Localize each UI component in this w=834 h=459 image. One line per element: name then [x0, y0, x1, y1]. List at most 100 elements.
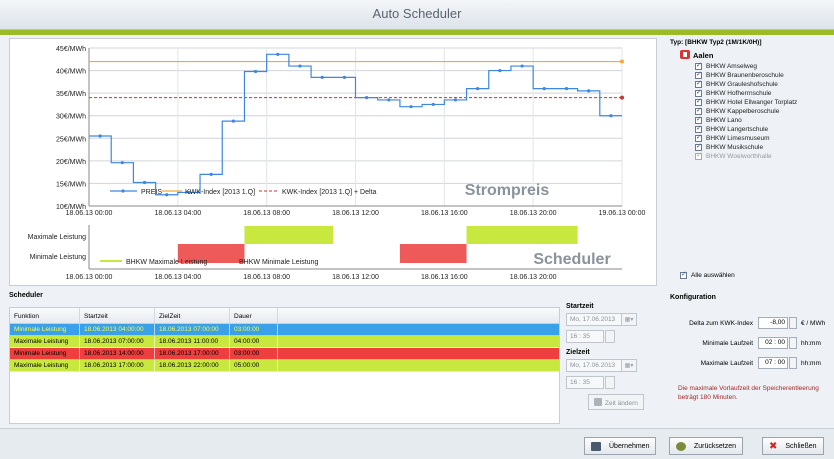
plant-selection-panel: Typ: [BHKW Typ2 (1M/1K/0H)] Aalen BHKW A…	[668, 36, 834, 286]
column-header-dauer[interactable]: Dauer	[230, 308, 278, 323]
plant-checkbox-row[interactable]: BHKW Musikschule	[695, 142, 797, 152]
scheduler-x-tick-label: 18.06.13 04:00	[154, 274, 201, 281]
apply-button[interactable]: Übernehmen	[584, 437, 657, 455]
cell-startzeit: 18.06.2013 14:00:00	[80, 348, 155, 359]
start-time-label: Startzeit	[566, 303, 594, 310]
price-point	[231, 119, 235, 123]
column-header-startzeit[interactable]: Startzeit	[80, 308, 155, 323]
column-header-funktion[interactable]: Funktion	[10, 308, 80, 323]
checkbox-icon[interactable]	[695, 97, 702, 106]
legend-label-kwk: KWK-Index [2013 1.Q]	[185, 189, 255, 196]
table-row[interactable]: Maximale Leistung 18.06.2013 07:00:00 18.0…	[10, 336, 559, 348]
cell-funktion: Maximale Leistung	[10, 336, 80, 347]
accent-stripe	[0, 30, 834, 35]
kwk-delta-marker	[620, 95, 624, 100]
group-header[interactable]: Aalen	[680, 50, 713, 60]
cell-empty	[278, 348, 559, 359]
max-runtime-label: Maximale Laufzeit	[700, 359, 753, 367]
cell-empty	[278, 360, 559, 371]
checkbox-icon[interactable]	[680, 270, 687, 279]
price-point	[609, 114, 613, 118]
table-body: Minimale Leistung 18.06.2013 04:00:00 18.0…	[10, 324, 559, 372]
price-point	[298, 64, 302, 68]
reset-button[interactable]: Zurücksetzen	[669, 437, 744, 455]
plant-checkbox-row[interactable]: BHKW Hotel Ellwanger Torplatz	[695, 97, 798, 107]
delta-label: Delta zum KWK-Index	[689, 319, 753, 327]
plant-checkbox-row[interactable]: BHKW Limesmuseum	[695, 133, 797, 143]
cell-dauer: 03:00:00	[230, 348, 278, 359]
plant-checkbox-row[interactable]: BHKW Lano	[695, 115, 797, 125]
cell-startzeit: 18.06.2013 17:00:00	[80, 360, 155, 371]
chart-panel: 10€/MWh 15€/MWh 20€/MWh 25€/MWh 30€/MWh 35€/M…	[9, 38, 657, 286]
plant-label: BHKW Hofherrnschule	[706, 90, 772, 97]
start-time-spinner[interactable]	[605, 330, 615, 343]
price-chart-title: Strompreis	[465, 182, 550, 199]
start-time-field[interactable]: 16 : 35	[566, 330, 604, 343]
checkbox-icon	[695, 151, 702, 160]
plant-label: BHKW Hotel Ellwanger Torplatz	[706, 99, 798, 106]
max-runtime-input[interactable]: 07 : 00	[758, 357, 788, 369]
price-scheduler-chart: 10€/MWh15€/MWh20€/MWh25€/MWh30€/MWh35€/M…	[28, 46, 646, 281]
column-header-empty	[278, 308, 559, 323]
checkbox-icon[interactable]	[695, 133, 702, 142]
checkbox-icon[interactable]	[695, 88, 702, 97]
y-tick-label: 30€/MWh	[56, 114, 86, 121]
price-point	[342, 75, 346, 79]
table-row[interactable]: Minimale Leistung 18.06.2013 14:00:00 18.0…	[10, 348, 559, 360]
checkbox-icon[interactable]	[695, 70, 702, 79]
checkbox-icon[interactable]	[695, 79, 702, 88]
calendar-dropdown-icon[interactable]: ▦▾	[621, 313, 637, 326]
min-runtime-input[interactable]: 02 : 00	[758, 337, 788, 349]
plant-checkbox-row[interactable]: BHKW Grauleshofschule	[695, 79, 797, 89]
plant-checkbox-row[interactable]: BHKW Amselweg	[695, 61, 797, 71]
scheduler-x-tick-label: 18.06.13 00:00	[66, 274, 113, 281]
scheduler-table: Funktion Startzeit ZielZeit Dauer Minima…	[9, 307, 560, 424]
change-time-button[interactable]: Zeit ändern	[588, 394, 644, 410]
apply-label: Übernehmen	[609, 442, 650, 450]
price-point	[98, 134, 102, 138]
checkbox-icon[interactable]	[695, 61, 702, 70]
legend-label-min: BHKW Minimale Leistung	[239, 259, 318, 266]
target-date-field[interactable]: Mo, 17.06.2013	[566, 359, 622, 372]
plant-label: BHKW Woelworthhalle	[706, 153, 772, 160]
checkbox-icon[interactable]	[695, 142, 702, 151]
price-point	[276, 52, 280, 56]
start-date-field[interactable]: Mo, 17.06.2013	[566, 313, 622, 326]
close-label: Schließen	[785, 442, 817, 450]
runtime-note: Die maximale Vorlaufzeit der Speicherent…	[678, 385, 819, 401]
checkbox-icon[interactable]	[695, 124, 702, 133]
calendar-dropdown-icon[interactable]: ▦▾	[621, 359, 637, 372]
plant-checkbox-row[interactable]: BHKW Kappelberoschule	[695, 106, 797, 116]
x-tick-label: 18.06.13 16:00	[421, 210, 468, 217]
table-row[interactable]: Minimale Leistung 18.06.2013 04:00:00 18.0…	[10, 324, 559, 336]
cell-zielzeit: 18.06.2013 22:00:00	[155, 360, 230, 371]
checkbox-icon[interactable]	[695, 106, 702, 115]
column-header-zielzeit[interactable]: ZielZeit	[155, 308, 230, 323]
plant-checkbox-row[interactable]: BHKW Hofherrnschule	[695, 88, 797, 98]
close-button[interactable]: ✖ Schließen	[762, 437, 824, 455]
target-time-spinner[interactable]	[605, 376, 615, 389]
legend-marker-preis	[121, 189, 125, 193]
scheduler-x-tick-label: 18.06.13 16:00	[421, 274, 468, 281]
plant-checkbox-row[interactable]: BHKW Langertschule	[695, 124, 797, 134]
cell-dauer: 03:00:00	[230, 324, 278, 335]
min-runtime-label: Minimale Laufzeit	[702, 339, 753, 347]
target-time-field[interactable]: 16 : 35	[566, 376, 604, 389]
scheduler-x-tick-label: 18.06.13 20:00	[510, 274, 557, 281]
min-runtime-spinner[interactable]	[789, 337, 797, 349]
title-bar: Auto Scheduler	[0, 0, 834, 30]
building-icon	[680, 50, 690, 59]
select-all-label: Alle auswählen	[691, 272, 735, 279]
y-tick-label: 35€/MWh	[56, 91, 86, 98]
delta-spinner[interactable]	[789, 317, 797, 329]
price-point	[253, 69, 258, 74]
configuration-panel: Delta zum KWK-Index -8,00 € / MWh Minima…	[670, 307, 834, 424]
plant-label: BHKW Amselweg	[706, 63, 757, 70]
checkbox-icon[interactable]	[695, 115, 702, 124]
table-row[interactable]: Maximale Leistung 18.06.2013 17:00:00 18.0…	[10, 360, 559, 372]
delta-input[interactable]: -8,00	[758, 317, 788, 329]
legend-label-kwk-delta: KWK-Index [2013 1.Q] + Delta	[282, 189, 376, 196]
plant-checkbox-row[interactable]: BHKW Braunenberoschule	[695, 70, 797, 80]
max-runtime-spinner[interactable]	[789, 357, 797, 369]
select-all-checkbox[interactable]: Alle auswählen	[680, 270, 735, 279]
